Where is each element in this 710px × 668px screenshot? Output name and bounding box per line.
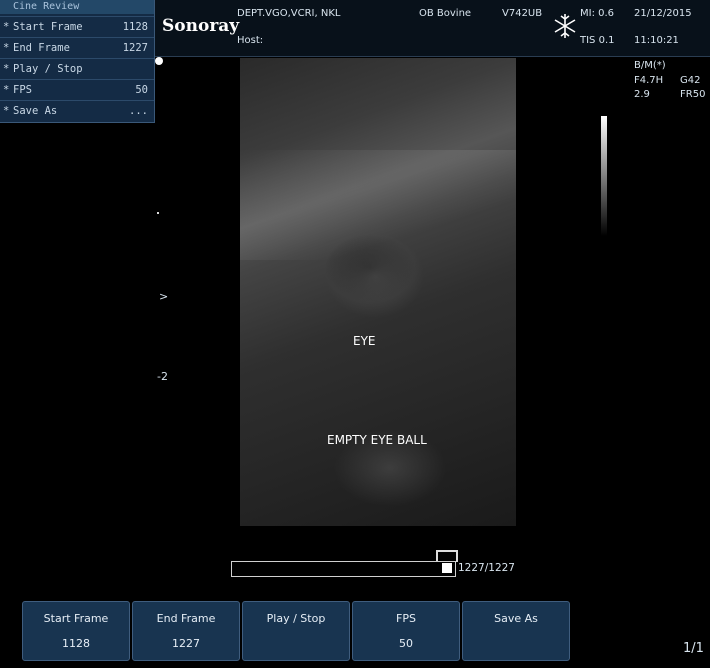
- depth-tick: [157, 212, 159, 214]
- menu-item-value: 50: [135, 84, 148, 96]
- end-frame-button[interactable]: End Frame 1227: [132, 601, 240, 661]
- menu-item-end-frame[interactable]: * End Frame 1227: [0, 37, 154, 58]
- page-indicator: 1/1: [683, 641, 704, 656]
- frame-rate-param: FR50: [680, 89, 706, 100]
- menu-item-label: End Frame: [13, 42, 70, 54]
- frame-counter: 1227/1227: [458, 562, 515, 574]
- mi-index: MI: 0.6: [580, 8, 615, 19]
- menu-bullet: *: [3, 21, 10, 33]
- menu-item-label: Start Frame: [13, 21, 83, 33]
- button-value: 50: [399, 637, 413, 650]
- menu-bullet: *: [3, 84, 10, 96]
- save-as-button[interactable]: Save As: [462, 601, 570, 661]
- start-frame-button[interactable]: Start Frame 1128: [22, 601, 130, 661]
- menu-item-start-frame[interactable]: * Start Frame 1128: [0, 16, 154, 37]
- frequency-param: F4.7H: [634, 75, 664, 86]
- gain-param: G42: [680, 75, 701, 86]
- menu-item-label: FPS: [13, 84, 32, 96]
- menu-item-label: Save As: [13, 105, 58, 117]
- grayscale-bar: [601, 116, 607, 236]
- menu-item-value: 1128: [122, 21, 148, 33]
- button-title: Start Frame: [43, 612, 109, 625]
- snowflake-icon: [553, 12, 577, 43]
- focus-marker: >: [159, 290, 169, 303]
- play-stop-button[interactable]: Play / Stop: [242, 601, 350, 661]
- host-label: Host:: [237, 35, 264, 46]
- annotation-empty-eye-ball: EMPTY EYE BALL: [327, 433, 427, 447]
- button-title: End Frame: [156, 612, 216, 625]
- menu-item-value: ...: [129, 105, 148, 117]
- focus-dot-icon: [155, 57, 163, 65]
- menu-item-save-as[interactable]: * Save As ...: [0, 100, 154, 121]
- annotation-eye: EYE: [353, 334, 376, 348]
- menu-bullet: *: [3, 63, 10, 75]
- tis-index: TIS 0.1: [580, 35, 615, 46]
- button-value: 1227: [172, 637, 200, 650]
- fps-button[interactable]: FPS 50: [352, 601, 460, 661]
- cine-review-menu: Cine Review * Start Frame 1128 * End Fra…: [0, 0, 155, 123]
- ultrasound-tissue-band: [240, 150, 516, 260]
- menu-item-fps[interactable]: * FPS 50: [0, 79, 154, 100]
- menu-bullet: *: [3, 42, 10, 54]
- probe-name: V742UB: [502, 8, 543, 19]
- department-text: DEPT.VGO,VCRI, NKL: [237, 8, 341, 19]
- mode-label: B/M(*): [634, 60, 666, 71]
- ultrasound-image[interactable]: [240, 58, 516, 526]
- menu-bullet: *: [3, 105, 10, 117]
- depth-param: 2.9: [634, 89, 650, 100]
- menu-item-value: 1227: [122, 42, 148, 54]
- button-title: Play / Stop: [266, 612, 326, 625]
- date-text: 21/12/2015: [634, 8, 692, 19]
- timeline-handle[interactable]: [442, 563, 452, 573]
- menu-item-play-stop[interactable]: * Play / Stop: [0, 58, 154, 79]
- button-title: Save As: [494, 612, 538, 625]
- preset-name: OB Bovine: [419, 8, 472, 19]
- time-text: 11:10:21: [634, 35, 679, 46]
- depth-label: -2: [157, 370, 168, 383]
- cine-review-title: Cine Review: [0, 0, 154, 14]
- menu-item-label: Play / Stop: [13, 63, 83, 75]
- button-value: 1128: [62, 637, 90, 650]
- cine-timeline[interactable]: [231, 561, 456, 577]
- brand-logo: Sonoray: [162, 16, 240, 36]
- button-title: FPS: [396, 612, 416, 625]
